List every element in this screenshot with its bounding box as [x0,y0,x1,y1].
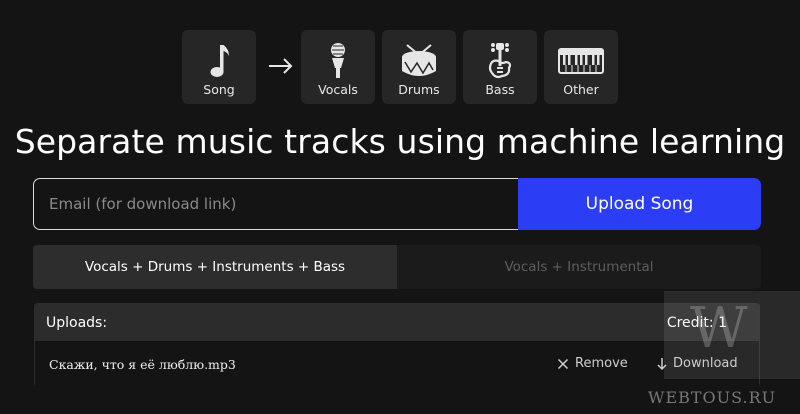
email-field[interactable] [33,178,525,230]
stem-other: Other [544,30,618,104]
upload-row-item: Скажи, что я её люблю.mp3 Remove Downloa… [35,341,759,387]
stem-label: Vocals [318,82,358,97]
stem-drums: Drums [382,30,456,104]
uploads-title: Uploads: [46,315,108,331]
mode-option-two-stems[interactable]: Vocals + Instrumental [397,245,761,289]
close-icon [557,358,569,369]
uploads-header: Uploads: Credit: 1 [35,304,759,341]
stem-label: Song [203,82,235,97]
keyboard-icon [558,41,604,81]
upload-form: Upload Song [33,178,761,230]
watermark-logo: W [690,296,748,361]
uploads-panel: Uploads: Credit: 1 Скажи, что я её люблю… [34,303,760,387]
microphone-icon [328,41,348,81]
stem-label: Bass [485,82,515,97]
stem-label: Drums [398,82,440,97]
arrow-right-icon [269,58,293,74]
drum-icon [399,41,439,81]
stem-vocals: Vocals [301,30,375,104]
stem-bass: Bass [463,30,537,104]
bass-guitar-icon [486,41,514,81]
page-title: Separate music tracks using machine lear… [14,122,786,161]
upload-song-button[interactable]: Upload Song [518,178,761,230]
stem-label: Other [563,82,599,97]
remove-button[interactable]: Remove [557,356,628,371]
music-note-icon [208,41,230,81]
remove-label: Remove [575,356,628,371]
mode-option-four-stems[interactable]: Vocals + Drums + Instruments + Bass [33,245,397,289]
page: Song Vocals Drums Bass Other Separate mu… [0,0,800,414]
watermark-text: WEBTOUS.RU [648,388,777,407]
stem-song: Song [182,30,256,104]
separation-mode-toggle: Vocals + Drums + Instruments + Bass Voca… [33,245,761,289]
file-name: Скажи, что я её люблю.mp3 [49,357,236,372]
